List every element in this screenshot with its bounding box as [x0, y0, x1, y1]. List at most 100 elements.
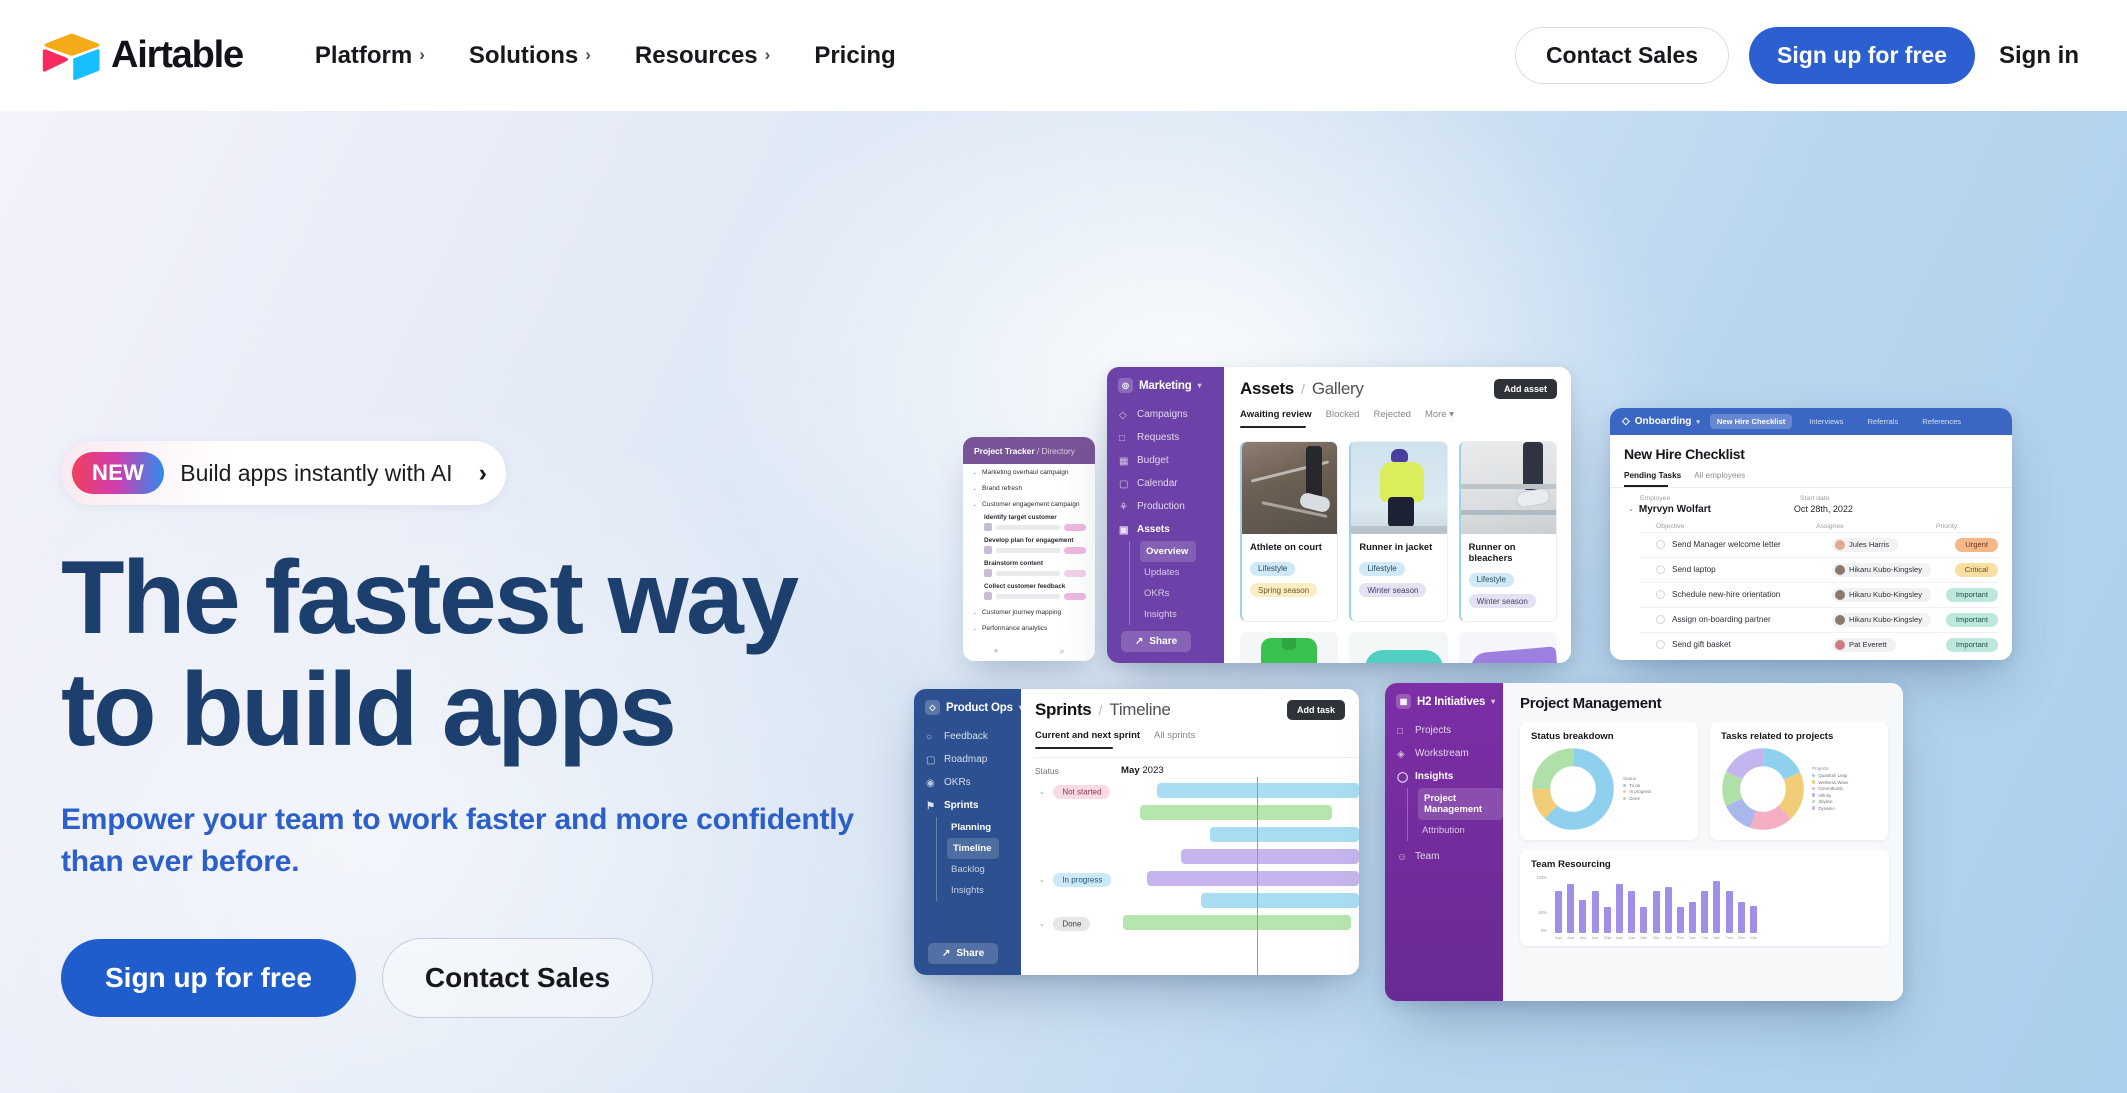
share-button[interactable]: ↗ Share: [928, 943, 999, 964]
asset-thumbnail[interactable]: [1458, 632, 1557, 663]
workspace-header[interactable]: ◎ Marketing ▾: [1107, 367, 1224, 403]
gantt-bar[interactable]: [1157, 782, 1359, 798]
bar-chart-bar[interactable]: [1664, 887, 1672, 933]
sidebar-item-production[interactable]: ⚘ Production: [1107, 495, 1224, 518]
sidebar-subitem-timeline[interactable]: Timeline: [947, 838, 1021, 859]
bar-chart-bar[interactable]: [1640, 907, 1648, 933]
table-row[interactable]: Schedule new-hire orientation Hikaru Kub…: [1640, 581, 1998, 607]
bar-chart-bar[interactable]: [1603, 907, 1611, 933]
gantt-bar[interactable]: [1210, 826, 1359, 842]
tab-rejected[interactable]: Rejected: [1373, 409, 1411, 420]
tab-more[interactable]: More ▾: [1425, 409, 1454, 420]
asset-thumbnail[interactable]: [1240, 632, 1339, 663]
tab-blocked[interactable]: Blocked: [1326, 409, 1360, 420]
contact-sales-button-hero[interactable]: Contact Sales: [381, 937, 654, 1018]
workspace-header[interactable]: ◇ Onboarding ▾: [1622, 416, 1700, 427]
sidebar-item-team[interactable]: ☺ Team: [1385, 845, 1503, 868]
sidebar-subitem-planning[interactable]: Planning: [947, 817, 1021, 838]
mock-h2-initiatives[interactable]: ▦ H2 Initiatives ▾ □ Projects ◈ Workstre…: [1385, 683, 1903, 1001]
tab-all-sprints[interactable]: All sprints: [1154, 730, 1195, 741]
gantt-bar[interactable]: [1181, 848, 1359, 864]
gantt-bar[interactable]: [1147, 870, 1359, 886]
bar-chart-bar[interactable]: [1689, 901, 1697, 933]
list-item[interactable]: ⌄ Performance analytics: [963, 620, 1095, 636]
mock-marketing-assets[interactable]: ◎ Marketing ▾ ◇ Campaigns □ Requests ▦ B…: [1107, 367, 1571, 663]
sidebar-item-okrs[interactable]: ◉ OKRs: [914, 771, 1021, 794]
asset-card[interactable]: Athlete on court Lifestyle Spring season: [1240, 441, 1339, 622]
bar-chart-bar[interactable]: [1701, 891, 1709, 933]
workspace-header[interactable]: ▦ H2 Initiatives ▾: [1385, 683, 1503, 719]
table-row[interactable]: Send laptop Hikaru Kubo-Kingsley Critica…: [1640, 556, 1998, 582]
contact-sales-button[interactable]: Contact Sales: [1514, 27, 1730, 84]
gantt-bar[interactable]: [1123, 914, 1351, 930]
new-feature-badge[interactable]: NEW Build apps instantly with AI ›: [61, 441, 506, 505]
list-item[interactable]: ⌄ Customer engagement campaign: [963, 496, 1095, 512]
tab-references[interactable]: References: [1915, 414, 1968, 429]
assignee-chip[interactable]: Hikaru Kubo-Kingsley: [1832, 562, 1932, 577]
tab-referrals[interactable]: Referrals: [1860, 414, 1905, 429]
sidebar-item-requests[interactable]: □ Requests: [1107, 426, 1224, 449]
sidebar-item-insights[interactable]: ◯ Insights: [1385, 765, 1503, 788]
sidebar-item-feedback[interactable]: ○ Feedback: [914, 725, 1021, 748]
list-item[interactable]: ⌄ Brand refresh: [963, 480, 1095, 496]
sidebar-subitem-okrs[interactable]: OKRs: [1140, 583, 1224, 604]
bar-chart-bar[interactable]: [1652, 891, 1660, 933]
tab-current-next-sprint[interactable]: Current and next sprint: [1035, 730, 1140, 741]
tab-pending-tasks[interactable]: Pending Tasks: [1624, 471, 1681, 480]
signin-link[interactable]: Sign in: [1995, 42, 2083, 70]
bar-chart-bar[interactable]: [1725, 891, 1733, 933]
nav-item-resources[interactable]: Resources ›: [613, 32, 792, 80]
nav-item-pricing[interactable]: Pricing: [792, 32, 917, 80]
add-record-button[interactable]: +: [993, 646, 998, 657]
workspace-header[interactable]: ◇ Product Ops ▾: [914, 689, 1023, 725]
bar-chart-bar[interactable]: [1555, 891, 1562, 933]
asset-thumbnail[interactable]: [1349, 632, 1448, 663]
mock-project-tracker-phone[interactable]: Project Tracker / Directory ⌄ Marketing …: [963, 437, 1095, 661]
bar-chart-bar[interactable]: [1615, 883, 1623, 933]
sidebar-subitem-overview[interactable]: Overview: [1140, 541, 1224, 562]
status-group-not-started[interactable]: ⌄ Not started: [1035, 781, 1111, 799]
chart-card-team-resourcing[interactable]: Team Resourcing 100% 50% 0% Sophia Andre A…: [1520, 850, 1889, 946]
checkbox[interactable]: [1656, 640, 1665, 650]
chevron-down-icon[interactable]: ⌄: [1628, 505, 1634, 513]
assignee-chip[interactable]: Jules Harris: [1832, 537, 1899, 552]
sidebar-subitem-attribution[interactable]: Attribution: [1418, 820, 1503, 841]
tab-new-hire-checklist[interactable]: New Hire Checklist: [1709, 414, 1793, 429]
sidebar-item-workstream[interactable]: ◈ Workstream: [1385, 742, 1503, 765]
gantt-bar[interactable]: [1140, 804, 1332, 820]
tab-interviews[interactable]: Interviews: [1802, 414, 1850, 429]
mock-onboarding-checklist[interactable]: ◇ Onboarding ▾ New Hire Checklist Interv…: [1610, 408, 2012, 660]
bar-chart-bar[interactable]: [1591, 891, 1599, 933]
bar-chart-bar[interactable]: [1579, 899, 1587, 933]
list-item[interactable]: ⌄ Marketing overhaul campaign: [963, 464, 1095, 480]
add-task-button[interactable]: Add task: [1286, 700, 1345, 720]
sidebar-item-budget[interactable]: ▦ Budget: [1107, 449, 1224, 472]
checkbox[interactable]: [1656, 615, 1665, 625]
list-item[interactable]: ⌄ Customer journey mapping: [963, 604, 1095, 620]
sidebar-item-projects[interactable]: □ Projects: [1385, 719, 1503, 742]
assignee-chip[interactable]: Pat Everett: [1832, 637, 1896, 652]
bar-chart-bar[interactable]: [1713, 880, 1721, 933]
table-row[interactable]: Assign on-boarding partner Hikaru Kubo-K…: [1640, 606, 1998, 632]
checkbox[interactable]: [1656, 540, 1665, 550]
sidebar-subitem-insights[interactable]: Insights: [947, 880, 1021, 901]
breadcrumb-root[interactable]: Sprints: [1035, 700, 1092, 720]
add-asset-button[interactable]: Add asset: [1493, 379, 1557, 399]
bar-chart-bar[interactable]: [1567, 884, 1575, 933]
share-button[interactable]: ↗ Share: [1121, 631, 1192, 652]
assignee-chip[interactable]: Hikaru Kubo-Kingsley: [1832, 587, 1932, 602]
assignee-chip[interactable]: Hikaru Kubo-Kingsley: [1832, 612, 1932, 627]
bar-chart-bar[interactable]: [1628, 891, 1636, 933]
chart-card-status-breakdown[interactable]: Status breakdown Status To do In progres…: [1520, 722, 1698, 840]
asset-card[interactable]: Runner on bleachers Lifestyle Winter sea…: [1458, 441, 1557, 622]
brand-logo[interactable]: Airtable: [42, 32, 244, 80]
status-group-in-progress[interactable]: ⌄ In progress: [1035, 869, 1121, 887]
sidebar-item-campaigns[interactable]: ◇ Campaigns: [1107, 403, 1224, 426]
bar-chart-bar[interactable]: [1737, 901, 1745, 933]
tab-all-employees[interactable]: All employees: [1694, 471, 1745, 480]
nav-item-platform[interactable]: Platform ›: [293, 32, 447, 80]
gantt-bar[interactable]: [1201, 892, 1359, 908]
signup-button-hero[interactable]: Sign up for free: [61, 938, 356, 1017]
search-icon[interactable]: ⌕: [1060, 646, 1065, 657]
chart-card-tasks-projects[interactable]: Tasks related to projects Projects Quant…: [1710, 722, 1888, 840]
